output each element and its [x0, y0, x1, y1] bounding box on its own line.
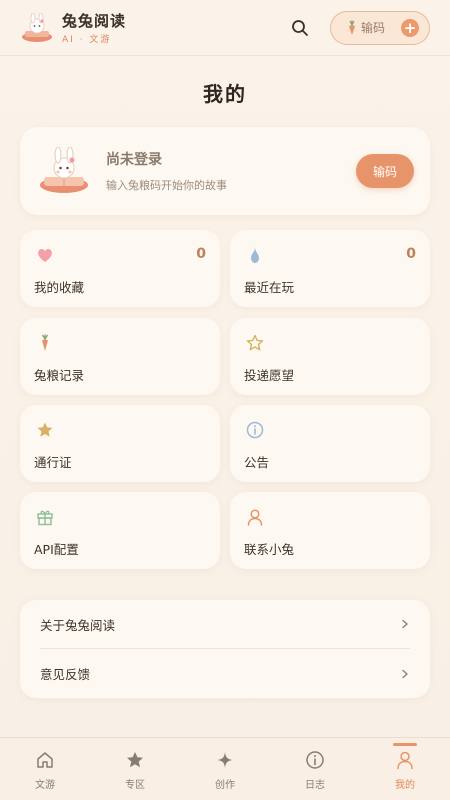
user-icon: [397, 751, 413, 770]
profile-card: 尚未登录 输入兔粮码开始你的故事 输码: [20, 127, 430, 215]
heart-icon: [38, 249, 52, 262]
tile-label: 通行证: [34, 455, 72, 470]
tab-create[interactable]: 创作: [180, 738, 270, 800]
tile-label: 投递愿望: [244, 368, 295, 383]
carrot-icon: [349, 20, 355, 35]
tab-label: 日志: [305, 780, 325, 791]
profile-hint: 输入兔粮码开始你的故事: [106, 179, 227, 192]
enter-code-login-button[interactable]: 输码: [356, 154, 414, 188]
tab-label: 我的: [395, 780, 415, 791]
info-icon: [306, 751, 324, 769]
star-outline-icon: [246, 334, 264, 351]
tile-favorites[interactable]: 0 我的收藏: [20, 230, 220, 307]
tile-recent[interactable]: 0 最近在玩: [230, 230, 430, 307]
gift-icon: [37, 510, 53, 526]
profile-status: 尚未登录: [106, 152, 162, 168]
home-icon: [37, 752, 53, 768]
tab-label: 文游: [35, 780, 55, 791]
active-tab-indicator: [393, 743, 417, 746]
brand-name: 兔兔阅读: [62, 12, 127, 30]
tile-wishes[interactable]: 投递愿望: [230, 318, 430, 395]
page-title: 我的: [203, 82, 247, 106]
rabbit-book-logo: [22, 12, 52, 42]
menu-label: 意见反馈: [40, 667, 91, 682]
tile-announcement[interactable]: 公告: [230, 405, 430, 482]
brand-subtitle: AI · 文游: [62, 35, 112, 45]
tile-label: 最近在玩: [244, 280, 295, 295]
menu-list: 关于兔兔阅读 意见反馈: [20, 600, 430, 698]
tab-log[interactable]: 日志: [270, 738, 360, 800]
enter-code-label: 输码: [361, 21, 386, 35]
favorites-count: 0: [196, 246, 206, 262]
tile-label: 我的收藏: [34, 280, 85, 295]
star-icon: [127, 752, 143, 768]
tile-carrot-records[interactable]: 兔粮记录: [20, 318, 220, 395]
tile-api-config[interactable]: API配置: [20, 492, 220, 569]
rabbit-avatar: [40, 147, 88, 193]
enter-code-button[interactable]: 输码 +: [330, 10, 430, 45]
search-button[interactable]: [288, 16, 312, 40]
tile-label: 联系小兔: [244, 542, 295, 557]
user-icon: [247, 509, 263, 526]
droplet-icon: [251, 247, 259, 263]
tile-pass[interactable]: 通行证: [20, 405, 220, 482]
star-icon: [37, 422, 53, 437]
search-icon: [292, 19, 308, 36]
brand: 兔兔阅读 AI · 文游: [62, 10, 126, 45]
info-icon: [246, 421, 264, 439]
bottom-tab-bar: 文游 专区 创作 日志 我的: [0, 737, 450, 800]
tab-mine[interactable]: 我的: [360, 738, 450, 800]
tab-label: 创作: [215, 780, 235, 791]
top-header: 兔兔阅读 AI · 文游 输码 +: [0, 0, 450, 56]
tile-label: API配置: [34, 542, 79, 557]
tab-label: 专区: [125, 780, 145, 791]
menu-item-about[interactable]: 关于兔兔阅读: [40, 600, 410, 649]
tab-games[interactable]: 文游: [0, 738, 90, 800]
tile-label: 公告: [244, 455, 270, 470]
tab-zone[interactable]: 专区: [90, 738, 180, 800]
tile-contact[interactable]: 联系小兔: [230, 492, 430, 569]
menu-item-feedback[interactable]: 意见反馈: [40, 649, 410, 698]
menu-label: 关于兔兔阅读: [40, 617, 116, 633]
sparkle-icon: [217, 752, 233, 768]
chevron-right-icon: [402, 669, 408, 678]
tile-label: 兔粮记录: [34, 368, 85, 383]
chevron-right-icon: [402, 619, 408, 629]
plus-icon: +: [401, 18, 419, 37]
recent-count: 0: [406, 246, 416, 262]
carrot-icon: [41, 334, 49, 351]
